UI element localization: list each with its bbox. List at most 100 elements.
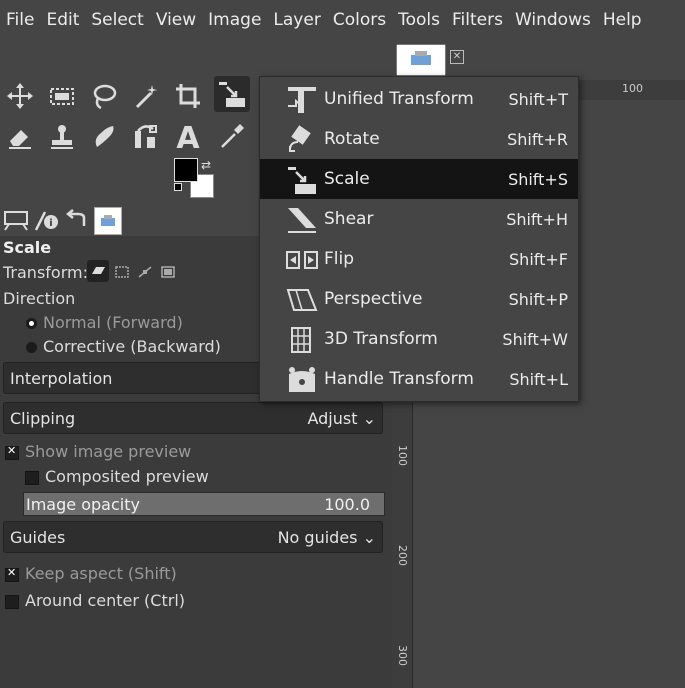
guides-value: No guides [277,527,358,547]
scale-tool-icon[interactable] [214,76,250,112]
dock-tabs: i [0,205,260,235]
show-preview-label: Show image preview [25,442,192,461]
text-tool-icon[interactable]: A [170,118,206,154]
images-tab-icon[interactable] [94,207,122,235]
menu-help[interactable]: Help [597,10,648,30]
clipping-value-group: Adjust ⌄ [307,409,376,428]
color-picker-icon[interactable] [214,118,250,154]
ruler-h-label: 100 [622,82,643,95]
lasso-icon[interactable] [86,78,122,114]
menu-item-unified-transform[interactable]: Unified Transform Shift+T [260,79,578,119]
menu-item-rotate[interactable]: Rotate Shift+R [260,119,578,159]
menu-item-shortcut: Shift+T [508,89,568,109]
menu-filters[interactable]: Filters [446,10,509,30]
opacity-value: 100.0 [324,494,370,514]
checkbox-checked-icon [5,566,19,582]
checkbox-unchecked-icon [25,470,39,485]
smudge-icon[interactable] [86,118,122,154]
chevron-down-icon: ⌄ [362,408,376,428]
composited-preview-label: Composited preview [45,467,209,486]
menu-item-shear[interactable]: Shear Shift+H [260,199,578,239]
clone-stamp-icon[interactable] [44,118,80,154]
radio-unchecked-icon [26,342,37,353]
around-center-checkbox[interactable]: Around center (Ctrl) [5,591,185,610]
guides-dropdown[interactable]: Guides No guides ⌄ [3,521,383,553]
default-colors-icon[interactable] [174,183,182,191]
menu-item-flip[interactable]: Flip Shift+F [260,239,578,279]
perspective-icon [286,284,318,316]
around-center-label: Around center (Ctrl) [25,591,185,610]
menu-colors[interactable]: Colors [327,10,392,30]
composited-preview-checkbox[interactable]: Composited preview [25,467,209,486]
menu-item-label: Unified Transform [324,89,474,109]
transform-image-icon[interactable] [160,264,176,283]
menu-item-label: 3D Transform [324,329,438,349]
undo-history-tab-icon[interactable] [64,208,90,236]
interpolation-label: Interpolation [10,368,113,388]
guides-value-group: No guides ⌄ [278,528,376,547]
transform-layer-icon[interactable] [87,260,109,282]
horizontal-ruler[interactable]: 100 [578,80,685,100]
tool-options-title: Scale [3,238,52,257]
rotate-icon [286,124,318,156]
menu-layer[interactable]: Layer [267,10,326,30]
menu-file[interactable]: File [0,10,40,30]
image-opacity-slider[interactable]: Image opacity 100.0 [23,492,385,516]
flip-icon [286,244,318,276]
clipping-label: Clipping [10,408,76,428]
guides-label: Guides [10,527,66,547]
transform-tools-menu: Unified Transform Shift+T Rotate Shift+R… [259,76,579,402]
3d-transform-icon [286,324,318,356]
checkbox-unchecked-icon [5,594,19,609]
foreground-color-swatch[interactable] [174,158,198,182]
menu-view[interactable]: View [150,10,202,30]
ruler-v-label: 200 [396,545,409,566]
keep-aspect-checkbox[interactable]: Keep aspect (Shift) [5,564,177,583]
clipping-dropdown[interactable]: Clipping Adjust ⌄ [3,402,383,434]
path-tool-icon[interactable] [128,118,164,154]
menu-item-3d-transform[interactable]: 3D Transform Shift+W [260,319,578,359]
magic-wand-icon[interactable] [128,78,164,114]
scale-icon [286,164,318,196]
svg-text:A: A [176,121,200,151]
shear-icon [286,204,318,236]
rect-select-icon[interactable] [44,78,80,114]
menu-item-label: Rotate [324,129,380,149]
menu-item-label: Shear [324,209,374,229]
crop-icon[interactable] [170,78,206,114]
menu-item-shortcut: Shift+L [509,369,568,389]
menu-item-shortcut: Shift+R [507,129,568,149]
menu-item-handle-transform[interactable]: Handle Transform Shift+L [260,359,578,399]
transform-selection-icon[interactable] [114,264,130,283]
menu-item-shortcut: Shift+H [506,209,568,229]
close-tab-icon[interactable]: ✕ [450,50,464,64]
menu-item-label: Flip [324,249,355,269]
transform-path-icon[interactable] [137,264,153,283]
direction-corrective-label: Corrective (Backward) [43,337,221,356]
ruler-v-label: 300 [396,645,409,666]
radio-checked-icon [26,318,37,329]
device-status-tab-icon[interactable]: i [33,208,61,236]
ruler-v-label: 100 [396,445,409,466]
menu-item-scale[interactable]: Scale Shift+S [260,159,578,199]
svg-text:i: i [49,218,52,229]
direction-normal-radio[interactable]: Normal (Forward) [26,313,183,332]
menu-item-shortcut: Shift+P [508,289,568,309]
clipping-value: Adjust [307,408,358,428]
menu-tools[interactable]: Tools [392,10,446,30]
image-tab-thumbnail[interactable] [396,44,446,76]
transform-label: Transform: [3,263,88,282]
menu-image[interactable]: Image [202,10,267,30]
eraser-icon[interactable] [2,118,38,154]
direction-corrective-radio[interactable]: Corrective (Backward) [26,337,221,356]
menu-item-shortcut: Shift+F [509,249,568,269]
show-preview-checkbox[interactable]: Show image preview [5,442,191,461]
tool-options-tab-icon[interactable] [3,208,29,236]
menu-select[interactable]: Select [85,10,149,30]
menu-item-perspective[interactable]: Perspective Shift+P [260,279,578,319]
menu-item-label: Perspective [324,289,423,309]
move-tool-icon[interactable] [2,78,38,114]
swap-colors-icon[interactable]: ⇄ [201,158,211,172]
menu-windows[interactable]: Windows [509,10,597,30]
menu-edit[interactable]: Edit [40,10,85,30]
